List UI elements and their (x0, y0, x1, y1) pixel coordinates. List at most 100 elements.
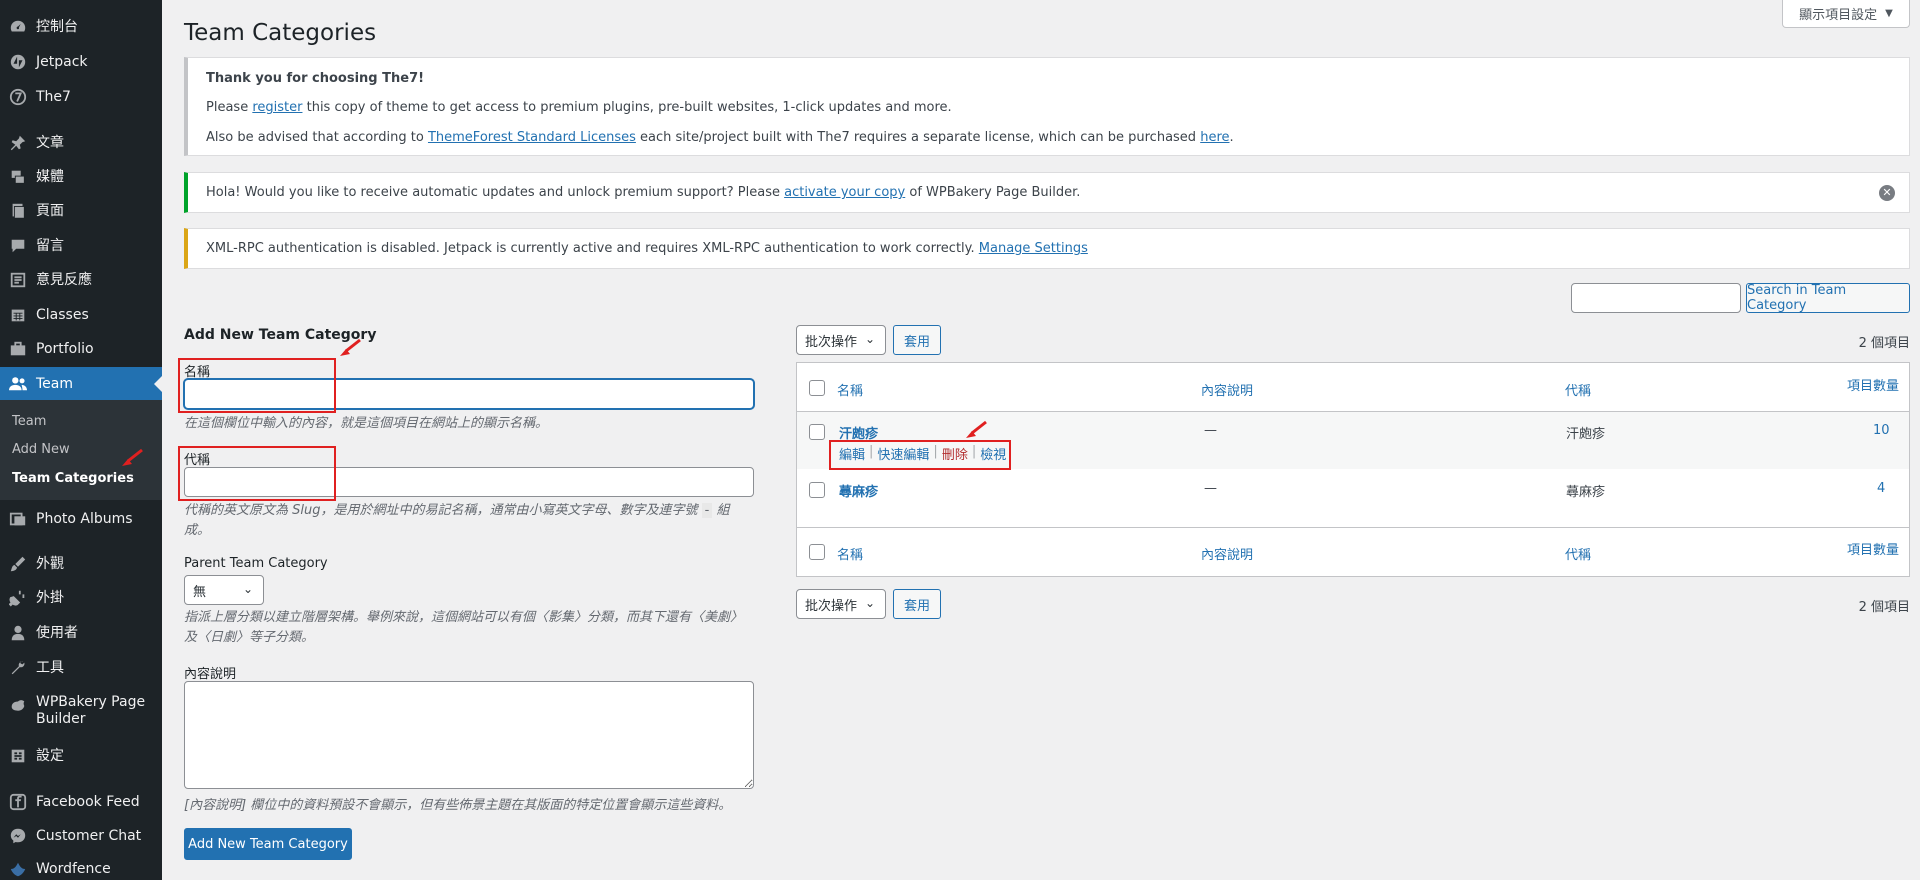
admin-sidebar: 控制台 Jetpack The7 文章 媒體 頁面 留言 意見反應 Classe… (0, 0, 162, 880)
sidebar-item-dashboard[interactable]: 控制台 (0, 14, 162, 40)
select-all-checkbox-footer[interactable] (809, 544, 825, 560)
register-link[interactable]: register (252, 100, 302, 115)
sidebar-label: WPBakery Page Builder (36, 694, 146, 727)
sidebar-item-comments[interactable]: 留言 (0, 233, 162, 259)
activate-copy-link[interactable]: activate your copy (784, 185, 905, 200)
select-value: 無 (193, 584, 207, 600)
row-title-link[interactable]: 蕁麻疹 (839, 481, 878, 500)
manage-settings-link[interactable]: Manage Settings (979, 241, 1088, 256)
sidebar-item-wordfence[interactable]: Wordfence (0, 858, 162, 880)
row-count-link[interactable]: 10 (1873, 423, 1890, 438)
row-checkbox[interactable] (809, 482, 825, 498)
items-count-bottom: 2 個項目 (1858, 600, 1910, 615)
sidebar-item-feedback[interactable]: 意見反應 (0, 267, 162, 293)
search-input[interactable] (1571, 283, 1741, 313)
sidebar-item-appearance[interactable]: 外觀 (0, 551, 162, 577)
sidebar-item-team[interactable]: Team (0, 367, 162, 401)
bulk-actions-select-bottom[interactable]: 批次操作 ⌄ (796, 589, 886, 619)
parent-category-select[interactable]: 無 ⌄ (184, 575, 264, 605)
dismiss-notice-icon[interactable]: ✕ (1879, 185, 1895, 201)
notice-line: Please register this copy of theme to ge… (206, 99, 952, 117)
sidebar-item-portfolio[interactable]: Portfolio (0, 336, 162, 362)
sidebar-item-settings[interactable]: 設定 (0, 743, 162, 769)
search-button[interactable]: Search in Team Category (1746, 283, 1910, 313)
row-slug: 汗皰疹 (1566, 427, 1606, 442)
annotation-arrow-icon (122, 448, 143, 466)
sidebar-item-tools[interactable]: 工具 (0, 655, 162, 681)
column-description-footer[interactable]: 內容說明 (1201, 544, 1253, 563)
notice-text: Also be advised that according to (206, 130, 428, 145)
sidebar-label: 外觀 (36, 555, 64, 572)
description-textarea[interactable] (184, 681, 754, 789)
select-value: 批次操作 (805, 598, 858, 614)
comment-icon (8, 236, 28, 256)
column-count[interactable]: 項目數量 (1847, 375, 1899, 394)
wpbakery-icon (8, 696, 28, 716)
sidebar-item-users[interactable]: 使用者 (0, 620, 162, 646)
table-row: 蕁麻疹 — 蕁麻疹 4 (797, 469, 1909, 527)
current-menu-arrow (154, 376, 162, 392)
jetpack-icon (8, 52, 28, 72)
notice-line: Also be advised that according to ThemeF… (206, 129, 1234, 147)
column-slug-footer[interactable]: 代稱 (1565, 544, 1591, 563)
sidebar-item-the7[interactable]: The7 (0, 84, 162, 110)
notice-text: this copy of theme to get access to prem… (302, 100, 952, 115)
submenu-item-add-new[interactable]: Add New (12, 442, 70, 457)
bulk-actions-select-top[interactable]: 批次操作 ⌄ (796, 325, 886, 355)
slug-help-text: 代稱的英文原文為 Slug，是用於網址中的易記名稱，通常由小寫英文字母、數字及連… (184, 501, 754, 541)
sidebar-label: 使用者 (36, 624, 78, 641)
sidebar-item-facebook-feed[interactable]: Facebook Feed (0, 789, 162, 815)
notice-heading: Thank you for choosing The7! (206, 71, 425, 86)
sidebar-label: Jetpack (36, 53, 88, 70)
sidebar-label: Customer Chat (36, 827, 142, 844)
row-count-link[interactable]: 4 (1877, 481, 1885, 496)
wrench-icon (8, 658, 28, 678)
sidebar-item-customer-chat[interactable]: Customer Chat (0, 823, 162, 849)
themeforest-licenses-link[interactable]: ThemeForest Standard Licenses (428, 130, 636, 145)
column-count-footer[interactable]: 項目數量 (1847, 539, 1899, 558)
sidebar-label: 媒體 (36, 168, 64, 185)
chevron-down-icon: ⌄ (242, 582, 253, 596)
sidebar-label: 留言 (36, 237, 64, 254)
xmlrpc-notice: XML-RPC authentication is disabled. Jetp… (184, 228, 1910, 269)
help-text: 指派上層分類以建立階層架構。舉例來說，這個網站可以有個〈影集〉分類，而其下還有〈… (184, 610, 744, 625)
sidebar-label: Photo Albums (36, 510, 133, 527)
sidebar-item-plugins[interactable]: 外掛 (0, 585, 162, 611)
screen-options-button[interactable]: 顯示項目設定 ▼ (1782, 0, 1910, 28)
add-new-category-button[interactable]: Add New Team Category (184, 828, 352, 860)
portfolio-icon (8, 339, 28, 359)
sidebar-item-media[interactable]: 媒體 (0, 164, 162, 190)
submenu-item-team[interactable]: Team (12, 414, 46, 429)
purchase-here-link[interactable]: here (1200, 130, 1229, 145)
submenu-item-team-categories[interactable]: Team Categories (12, 471, 134, 486)
row-checkbox[interactable] (809, 424, 825, 440)
annotation-arrow-icon (966, 420, 987, 438)
select-all-checkbox[interactable] (809, 380, 825, 396)
sidebar-item-classes[interactable]: Classes (0, 302, 162, 328)
sidebar-item-pages[interactable]: 頁面 (0, 198, 162, 224)
annotation-box-name (178, 358, 336, 413)
row-description: — (1204, 481, 1217, 496)
notice-text: Hola! Would you like to receive automati… (206, 185, 785, 200)
sidebar-item-photo-albums[interactable]: Photo Albums (0, 506, 162, 532)
row-description: — (1204, 423, 1217, 438)
sidebar-item-posts[interactable]: 文章 (0, 130, 162, 156)
help-text: 及〈日劇〉等子分類。 (184, 630, 315, 645)
sidebar-item-jetpack[interactable]: Jetpack (0, 49, 162, 75)
sidebar-item-wpbakery[interactable]: WPBakery Page Builder (0, 694, 162, 730)
items-count-top: 2 個項目 (1858, 336, 1910, 351)
apply-button-bottom[interactable]: 套用 (893, 589, 941, 619)
parent-label: Parent Team Category (184, 556, 328, 571)
column-name[interactable]: 名稱 (837, 380, 863, 399)
chevron-down-icon: ⌄ (864, 596, 875, 610)
column-slug[interactable]: 代稱 (1565, 380, 1591, 399)
apply-button-top[interactable]: 套用 (893, 325, 941, 355)
table-footer-row: 名稱 內容說明 代稱 項目數量 (797, 527, 1909, 576)
settings-icon (8, 746, 28, 766)
annotation-box-row-actions (829, 440, 1011, 470)
sidebar-label: Classes (36, 306, 89, 323)
notice-text: each site/project built with The7 requir… (635, 130, 1201, 145)
sidebar-label: Team (36, 375, 74, 392)
column-name-footer[interactable]: 名稱 (837, 544, 863, 563)
column-description[interactable]: 內容說明 (1201, 380, 1253, 399)
